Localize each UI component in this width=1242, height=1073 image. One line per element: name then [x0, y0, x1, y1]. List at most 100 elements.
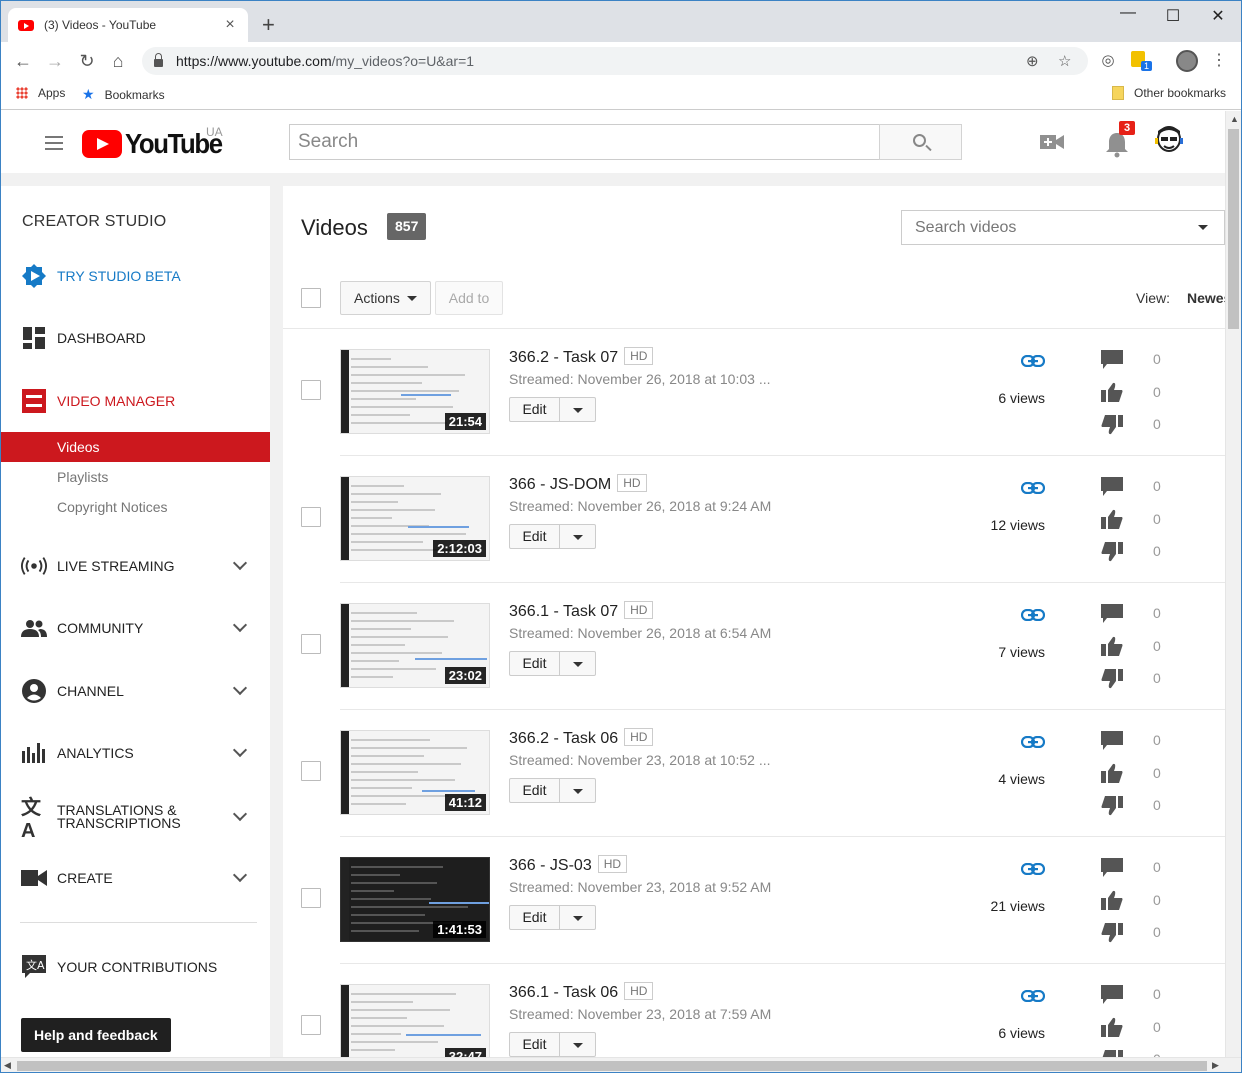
- sidebar-item-live-streaming[interactable]: LIVE STREAMING: [0, 549, 270, 583]
- comment-icon[interactable]: [1101, 985, 1123, 1005]
- like-icon[interactable]: [1101, 509, 1123, 529]
- dislike-icon[interactable]: [1101, 1050, 1123, 1057]
- add-to-button[interactable]: Add to: [435, 281, 503, 315]
- horizontal-scroll-thumb[interactable]: [17, 1061, 1207, 1071]
- edit-button[interactable]: Edit: [510, 398, 560, 421]
- search-button[interactable]: [879, 124, 962, 160]
- upload-video-icon[interactable]: [1040, 133, 1064, 151]
- sidebar-subitem-copyright[interactable]: Copyright Notices: [0, 492, 270, 522]
- video-title-link[interactable]: 366.2 - Task 07: [509, 349, 618, 366]
- reload-icon[interactable]: ↻: [76, 50, 98, 72]
- profile-avatar[interactable]: [1176, 50, 1198, 72]
- chevron-down-icon[interactable]: [232, 742, 248, 758]
- share-link-icon[interactable]: [1020, 354, 1046, 368]
- video-thumbnail[interactable]: 1:41:53: [340, 857, 490, 942]
- video-title-link[interactable]: 366.1 - Task 07: [509, 603, 618, 620]
- like-icon[interactable]: [1101, 382, 1123, 402]
- like-icon[interactable]: [1101, 763, 1123, 783]
- edit-dropdown-button[interactable]: [560, 398, 596, 421]
- share-link-icon[interactable]: [1020, 989, 1046, 1003]
- scroll-right-icon[interactable]: ▶: [1212, 1060, 1219, 1071]
- chevron-down-icon[interactable]: [232, 680, 248, 696]
- like-icon[interactable]: [1101, 890, 1123, 910]
- edit-button[interactable]: Edit: [510, 779, 560, 802]
- sidebar-subitem-videos[interactable]: Videos: [0, 432, 270, 462]
- tab-close-icon[interactable]: ×: [222, 16, 238, 34]
- video-title-link[interactable]: 366.2 - Task 06: [509, 730, 618, 747]
- video-select-checkbox[interactable]: [301, 888, 321, 908]
- share-link-icon[interactable]: [1020, 862, 1046, 876]
- video-title-link[interactable]: 366.1 - Task 06: [509, 984, 618, 1001]
- search-videos-dropdown-icon[interactable]: [1198, 225, 1208, 230]
- browser-tab[interactable]: (3) Videos - YouTube ×: [8, 8, 248, 42]
- edit-dropdown-button[interactable]: [560, 779, 596, 802]
- dislike-icon[interactable]: [1101, 542, 1123, 562]
- video-thumbnail[interactable]: 41:12: [340, 730, 490, 815]
- edit-dropdown-button[interactable]: [560, 525, 596, 548]
- search-input[interactable]: Search: [289, 124, 880, 160]
- actions-button[interactable]: Actions: [340, 281, 431, 315]
- new-tab-icon[interactable]: +: [262, 14, 275, 36]
- share-link-icon[interactable]: [1020, 481, 1046, 495]
- home-icon[interactable]: ⌂: [107, 50, 129, 72]
- sidebar-subitem-playlists[interactable]: Playlists: [0, 462, 270, 492]
- help-and-feedback-button[interactable]: Help and feedback: [21, 1018, 171, 1052]
- video-title-link[interactable]: 366 - JS-DOM: [509, 476, 611, 493]
- sidebar-item-studio-beta[interactable]: TRY STUDIO BETA: [0, 259, 270, 293]
- video-select-checkbox[interactable]: [301, 380, 321, 400]
- horizontal-scrollbar[interactable]: ◀ ▶: [0, 1057, 1242, 1073]
- comment-icon[interactable]: [1101, 477, 1123, 497]
- sidebar-item-channel[interactable]: CHANNEL: [0, 674, 270, 708]
- chevron-down-icon[interactable]: [232, 806, 248, 822]
- scroll-left-icon[interactable]: ◀: [4, 1060, 11, 1071]
- like-icon[interactable]: [1101, 1017, 1123, 1037]
- sidebar-item-create[interactable]: CREATE: [0, 861, 270, 895]
- like-icon[interactable]: [1101, 636, 1123, 656]
- video-thumbnail[interactable]: 32:47: [340, 984, 490, 1057]
- dislike-icon[interactable]: [1101, 796, 1123, 816]
- bookmark-bookmarks[interactable]: ★ Bookmarks: [82, 86, 165, 103]
- sidebar-item-analytics[interactable]: ANALYTICS: [0, 736, 270, 770]
- video-title-link[interactable]: 366 - JS-03: [509, 857, 592, 874]
- sidebar-item-dashboard[interactable]: DASHBOARD: [0, 321, 270, 355]
- vertical-scroll-thumb[interactable]: [1228, 129, 1239, 329]
- address-bar[interactable]: https://www.youtube.com/my_videos?o=U&ar…: [142, 47, 1088, 75]
- comment-icon[interactable]: [1101, 350, 1123, 370]
- edit-button[interactable]: Edit: [510, 652, 560, 675]
- bookmark-apps[interactable]: Apps: [16, 86, 65, 100]
- scroll-up-icon[interactable]: ▲: [1230, 114, 1239, 124]
- video-select-checkbox[interactable]: [301, 761, 321, 781]
- window-close-icon[interactable]: ✕: [1195, 6, 1241, 26]
- menu-dots-icon[interactable]: ⋮: [1208, 50, 1230, 72]
- chevron-down-icon[interactable]: [232, 555, 248, 571]
- zoom-icon[interactable]: ⊕: [1026, 52, 1039, 70]
- chevron-down-icon[interactable]: [232, 867, 248, 883]
- vertical-scrollbar[interactable]: ▲: [1225, 111, 1241, 1057]
- comment-icon[interactable]: [1101, 604, 1123, 624]
- comment-icon[interactable]: [1101, 858, 1123, 878]
- sidebar-item-community[interactable]: COMMUNITY: [0, 611, 270, 645]
- edit-dropdown-button[interactable]: [560, 906, 596, 929]
- search-videos-input[interactable]: Search videos: [901, 210, 1225, 245]
- edit-button[interactable]: Edit: [510, 525, 560, 548]
- maximize-icon[interactable]: ☐: [1150, 6, 1196, 26]
- chevron-down-icon[interactable]: [232, 617, 248, 633]
- video-thumbnail[interactable]: 2:12:03: [340, 476, 490, 561]
- edit-button[interactable]: Edit: [510, 906, 560, 929]
- video-select-checkbox[interactable]: [301, 1015, 321, 1035]
- hamburger-menu-icon[interactable]: [45, 136, 63, 150]
- bookmark-other[interactable]: Other bookmarks: [1112, 86, 1226, 100]
- forward-icon[interactable]: →: [44, 50, 66, 72]
- dislike-icon[interactable]: [1101, 669, 1123, 689]
- sidebar-item-translations[interactable]: 文A TRANSLATIONS & TRANSCRIPTIONS: [0, 797, 270, 842]
- edit-dropdown-button[interactable]: [560, 1033, 596, 1056]
- sidebar-item-video-manager[interactable]: VIDEO MANAGER: [0, 384, 270, 418]
- dislike-icon[interactable]: [1101, 415, 1123, 435]
- video-thumbnail[interactable]: 23:02: [340, 603, 490, 688]
- share-link-icon[interactable]: [1020, 735, 1046, 749]
- select-all-checkbox[interactable]: [301, 288, 321, 308]
- minimize-icon[interactable]: —: [1105, 4, 1151, 22]
- comment-icon[interactable]: [1101, 731, 1123, 751]
- sidebar-item-contributions[interactable]: 文A YOUR CONTRIBUTIONS: [0, 950, 270, 984]
- video-select-checkbox[interactable]: [301, 507, 321, 527]
